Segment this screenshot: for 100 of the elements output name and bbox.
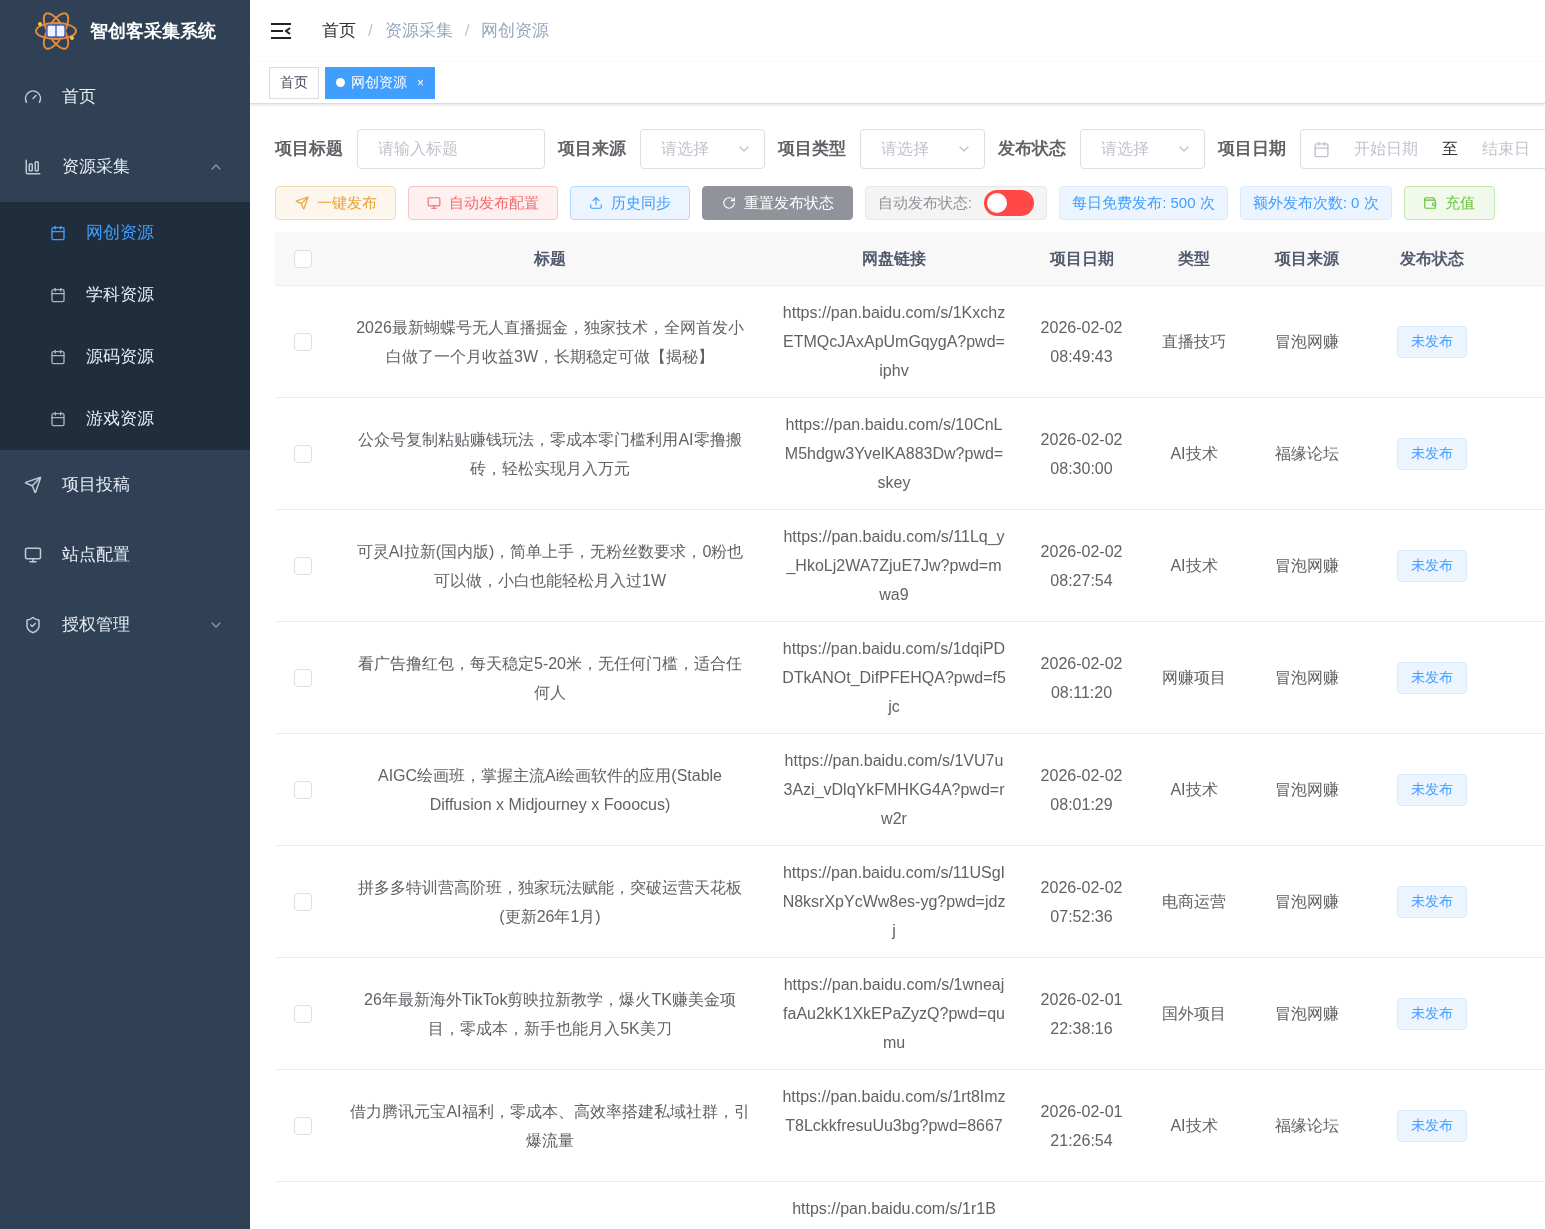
title-cell: 公众号复制粘贴赚钱玩法，零成本零门槛利用AI零撸搬砖，轻松实现月入万元	[358, 430, 742, 477]
source-cell: 冒泡网赚	[1274, 557, 1339, 574]
time-cell-text: 08:49:43	[1050, 346, 1113, 367]
link-cell: https://pan.baidu.com/s/1r1B	[792, 1200, 996, 1217]
status-tag: 未发布	[1396, 661, 1467, 694]
row-checkbox[interactable]	[293, 444, 312, 463]
toolbar-button[interactable]: 充值	[1403, 186, 1495, 220]
date-cell-text: 2026-02-02	[1040, 877, 1123, 898]
link-cell: https://pan.baidu.com/s/1rt8ImzT8LckkfresuUu3bg?pwd=8667	[782, 1088, 1006, 1134]
breadcrumb-separator: /	[368, 20, 373, 43]
date-cell-text: 2026-02-02	[1040, 653, 1123, 674]
column-header: 发布状态	[1399, 249, 1464, 267]
time-cell-text: 07:52:36	[1050, 906, 1113, 927]
sidebar-item[interactable]: 资源采集	[0, 132, 250, 202]
calendar-icon	[1313, 140, 1330, 158]
menu-fold-icon[interactable]	[270, 22, 292, 40]
breadcrumb-item[interactable]: 网创资源	[481, 18, 550, 44]
sidebar-item[interactable]: 授权管理	[0, 590, 250, 660]
row-checkbox[interactable]	[293, 892, 312, 911]
toolbar-button[interactable]: 一键发布	[275, 186, 396, 220]
toolbar-button[interactable]: 重置发布状态	[702, 186, 853, 220]
calendar-icon	[50, 411, 66, 427]
date-cell-text: 2026-02-02	[1040, 429, 1123, 450]
source-cell: 福缘论坛	[1274, 445, 1339, 462]
title-input[interactable]: 请输入标题	[357, 129, 545, 169]
date-cell-text: 2026-02-01	[1040, 1101, 1123, 1122]
calendar-icon	[50, 349, 66, 365]
type-cell: AI技术	[1170, 557, 1218, 574]
row-checkbox[interactable]	[293, 332, 312, 351]
date-cell-text: 2026-02-02	[1040, 317, 1123, 338]
column-header: 网盘链接	[862, 249, 926, 267]
source-cell: 冒泡网赚	[1274, 1005, 1339, 1022]
toggle-switch[interactable]	[984, 190, 1035, 216]
date-cell-text: 2026-02-02	[1040, 541, 1123, 562]
close-icon[interactable]: ×	[417, 73, 424, 92]
date-cell-text: 2026-02-01	[1040, 989, 1123, 1010]
source-cell: 冒泡网赚	[1274, 781, 1339, 798]
filter-label: 项目类型	[778, 138, 846, 161]
page-tab[interactable]: 网创资源 ×	[325, 66, 435, 99]
breadcrumb-item[interactable]: 首页	[322, 18, 356, 44]
link-cell: https://pan.baidu.com/s/11USgIN8ksrXpYcWw8es-yg?pwd=jdzj	[782, 864, 1006, 939]
date-cell-text: 2026-02-02	[1040, 765, 1123, 786]
source-cell: 福缘论坛	[1274, 1117, 1339, 1134]
submenu-item[interactable]: 游戏资源	[0, 388, 250, 450]
row-checkbox[interactable]	[293, 1116, 312, 1135]
date-range-field[interactable]: 开始日期 至 结束日	[1300, 129, 1545, 169]
link-cell: https://pan.baidu.com/s/10CnLM5hdgw3YvelKA883Dw?pwd=skey	[784, 416, 1004, 491]
status-tag: 未发布	[1396, 773, 1467, 806]
title-cell: 拼多多特训营高阶班，独家玩法赋能，突破运营天花板(更新26年1月)	[358, 878, 742, 925]
status-tag: 未发布	[1396, 325, 1467, 358]
row-checkbox[interactable]	[293, 556, 312, 575]
source-cell: 冒泡网赚	[1274, 893, 1339, 910]
button-icon	[721, 196, 736, 210]
status-tag: 未发布	[1396, 885, 1467, 918]
status-tag: 未发布	[1396, 997, 1467, 1030]
link-cell: https://pan.baidu.com/s/11Lq_y_HkoLj2WA7ZjuE7Jw?pwd=mwa9	[783, 528, 1005, 603]
type-cell: AI技术	[1170, 1117, 1218, 1134]
toolbar-button[interactable]: 历史同步	[570, 186, 690, 220]
link-cell: https://pan.baidu.com/s/1VU7u3Azi_vDlqYkFMHKG4A?pwd=rw2r	[783, 752, 1005, 827]
select-field[interactable]: 请选择	[860, 129, 985, 169]
time-cell-text: 08:27:54	[1050, 570, 1113, 591]
link-cell: https://pan.baidu.com/s/1wneajfaAu2kK1XkEPaZyzQ?pwd=qumu	[783, 976, 1005, 1051]
title-cell: 借力腾讯元宝AI福利，零成本、高效率搭建私域社群，引爆流量	[350, 1102, 750, 1149]
row-checkbox[interactable]	[293, 780, 312, 799]
switch-label: 自动发布状态:	[878, 192, 973, 213]
link-cell: https://pan.baidu.com/s/1dqiPDDTkANOt_DifPFEHQA?pwd=f5jc	[782, 640, 1006, 715]
page-tab[interactable]: 首页	[269, 66, 319, 99]
submenu-item[interactable]: 网创资源	[0, 202, 250, 264]
menu-icon	[24, 88, 42, 106]
sidebar-item[interactable]: 站点配置	[0, 520, 250, 590]
menu-icon	[24, 158, 42, 176]
select-field[interactable]: 请选择	[640, 129, 765, 169]
title-cell: AIGC绘画班，掌握主流Ai绘画软件的应用(Stable Diffusion x Midjourney x Fooocus)	[377, 766, 722, 813]
row-checkbox[interactable]	[293, 249, 312, 268]
calendar-icon	[50, 287, 66, 303]
status-tag: 未发布	[1396, 437, 1467, 470]
button-icon	[589, 196, 603, 210]
link-cell: https://pan.baidu.com/s/1KxchzETMQcJAxApUmGqygA?pwd=iphv	[782, 304, 1006, 379]
sidebar-item[interactable]: 首页	[0, 62, 250, 132]
filter-label: 发布状态	[998, 138, 1066, 161]
source-cell: 冒泡网赚	[1274, 669, 1339, 686]
status-tag: 未发布	[1396, 1109, 1467, 1142]
breadcrumb-item[interactable]: 资源采集	[384, 18, 453, 44]
app-title: 智创客采集系统	[90, 19, 216, 43]
submenu-item[interactable]: 学科资源	[0, 264, 250, 326]
row-checkbox[interactable]	[293, 668, 312, 687]
time-cell-text: 08:30:00	[1050, 458, 1113, 479]
select-field[interactable]: 请选择	[1080, 129, 1205, 169]
submenu-item[interactable]: 源码资源	[0, 326, 250, 388]
count-button[interactable]: 每日免费发布: 500 次	[1059, 186, 1228, 220]
menu-icon	[24, 476, 42, 494]
type-cell: 直播技巧	[1162, 333, 1226, 350]
sidebar-item[interactable]: 项目投稿	[0, 450, 250, 520]
column-header: 类型	[1178, 249, 1210, 267]
row-checkbox[interactable]	[293, 1004, 312, 1023]
column-header: 标题	[534, 249, 566, 267]
toolbar-button[interactable]: 自动发布配置	[408, 186, 558, 220]
count-button[interactable]: 额外发布次数: 0 次	[1239, 186, 1392, 220]
filter-label: 项目标题	[275, 138, 343, 161]
button-icon	[427, 196, 441, 210]
